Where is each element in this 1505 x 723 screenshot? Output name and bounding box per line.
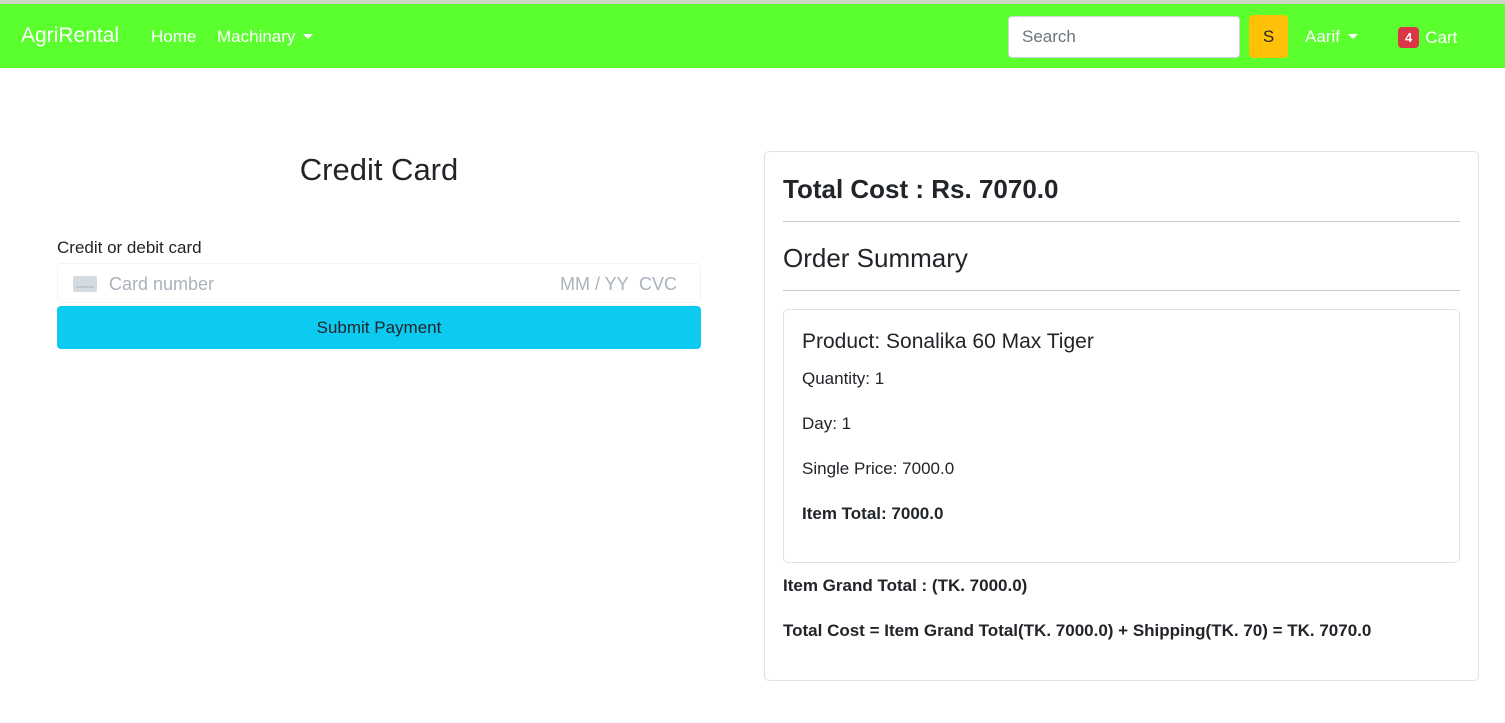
product-title: Product: Sonalika 60 Max Tiger xyxy=(802,330,1094,353)
card-number-input[interactable]: Card number xyxy=(109,274,214,295)
cart-link[interactable]: 4 Cart xyxy=(1398,27,1457,48)
nav-machinary-dropdown[interactable]: Machinary xyxy=(217,27,314,47)
product-quantity: Quantity: 1 xyxy=(802,369,885,388)
chevron-down-icon xyxy=(303,33,314,39)
product-item-card: Product: Sonalika 60 Max Tiger Quantity:… xyxy=(783,309,1460,563)
divider xyxy=(783,221,1460,222)
brand-logo[interactable]: AgriRental xyxy=(21,24,119,48)
nav-machinary-label: Machinary xyxy=(217,27,296,46)
user-name: Aarif xyxy=(1305,27,1340,46)
navbar: AgriRental Home Machinary S Aarif 4 Cart xyxy=(0,4,1505,68)
submit-payment-button[interactable]: Submit Payment xyxy=(57,306,701,349)
total-cost-heading: Total Cost : Rs. 7070.0 xyxy=(783,174,1059,204)
product-single-price: Single Price: 7000.0 xyxy=(802,459,955,478)
card-field-label: Credit or debit card xyxy=(57,238,202,257)
user-menu-dropdown[interactable]: Aarif xyxy=(1305,27,1358,47)
page-title: Credit Card xyxy=(299,152,459,187)
chevron-down-icon xyxy=(1347,33,1358,39)
total-cost-formula: Total Cost = Item Grand Total(TK. 7000.0… xyxy=(783,621,1372,640)
cart-count-badge: 4 xyxy=(1398,27,1420,48)
card-input-field[interactable]: Card number MM / YY CVC xyxy=(57,263,701,303)
order-summary-heading: Order Summary xyxy=(783,243,968,273)
cart-label: Cart xyxy=(1425,28,1458,47)
search-input[interactable] xyxy=(1008,16,1240,58)
product-day: Day: 1 xyxy=(802,414,852,433)
item-grand-total: Item Grand Total : (TK. 7000.0) xyxy=(783,576,1028,595)
product-item-total: Item Total: 7000.0 xyxy=(802,504,944,523)
credit-card-icon xyxy=(73,276,97,292)
nav-home[interactable]: Home xyxy=(151,27,196,47)
divider xyxy=(783,290,1460,291)
card-expiry-input[interactable]: MM / YY xyxy=(560,274,629,295)
payment-section: Credit Card Credit or debit card Card nu… xyxy=(57,140,701,349)
order-summary-card: Total Cost : Rs. 7070.0 Order Summary Pr… xyxy=(764,151,1479,681)
card-cvc-input[interactable]: CVC xyxy=(639,274,677,295)
search-button[interactable]: S xyxy=(1249,15,1288,58)
